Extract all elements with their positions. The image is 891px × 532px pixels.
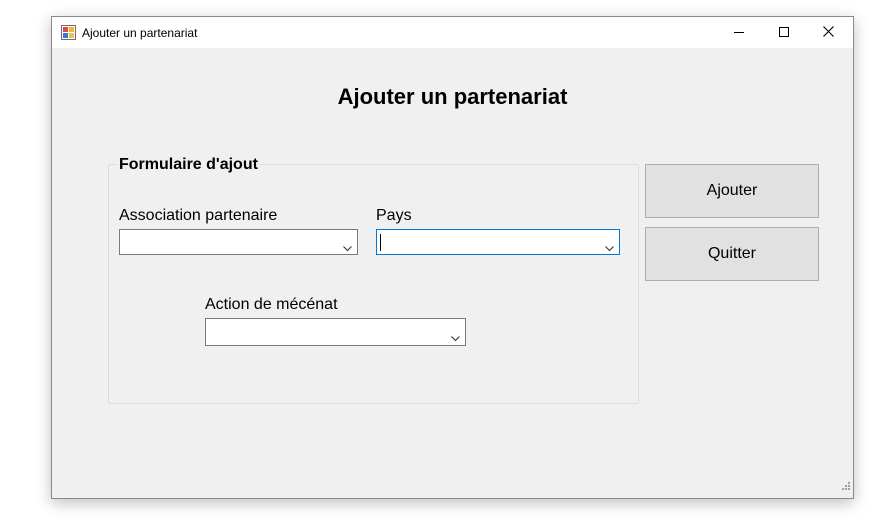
association-combobox[interactable]	[119, 229, 358, 255]
chevron-down-icon	[605, 239, 614, 257]
maximize-button[interactable]	[761, 17, 806, 48]
groupbox-title: Formulaire d'ajout	[117, 156, 260, 174]
maximize-icon	[778, 24, 789, 42]
association-label: Association partenaire	[119, 207, 278, 224]
quit-button[interactable]: Quitter	[645, 227, 819, 281]
app-window: Ajouter un partenariat Ajouter un parten…	[51, 16, 854, 499]
form-app-icon	[61, 25, 76, 40]
close-button[interactable]	[806, 17, 851, 48]
resize-grip-icon[interactable]	[841, 478, 851, 496]
window-title: Ajouter un partenariat	[82, 26, 198, 40]
action-label: Action de mécénat	[205, 296, 338, 313]
chevron-down-icon	[451, 329, 460, 347]
title-bar[interactable]: Ajouter un partenariat	[52, 17, 853, 48]
form-groupbox: Formulaire d'ajout Association partenair…	[108, 156, 639, 404]
minimize-icon	[733, 24, 744, 42]
minimize-button[interactable]	[716, 17, 761, 48]
pays-combobox[interactable]	[376, 229, 620, 255]
add-button[interactable]: Ajouter	[645, 164, 819, 218]
action-combobox[interactable]	[205, 318, 466, 346]
chevron-down-icon	[343, 239, 352, 257]
pays-label: Pays	[376, 207, 412, 224]
close-icon	[823, 24, 834, 42]
page-title: Ajouter un partenariat	[337, 84, 568, 109]
text-caret	[380, 234, 381, 251]
